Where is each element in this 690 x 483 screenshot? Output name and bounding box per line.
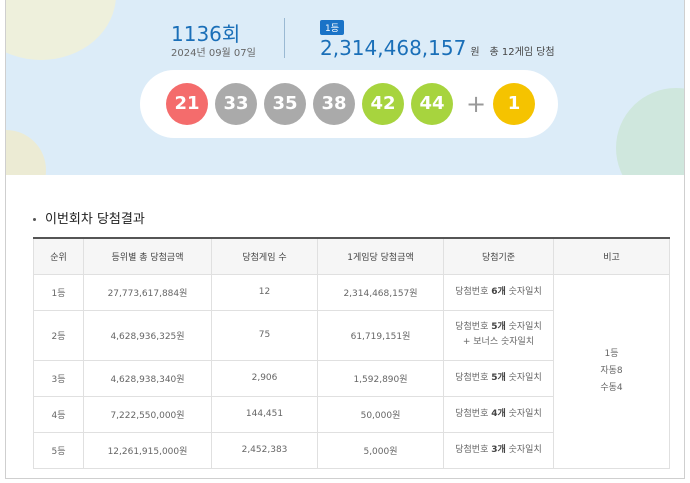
cell-games: 75 [211, 309, 318, 361]
draw-number: 1136회 [171, 18, 240, 47]
cell-total: 12,261,915,000원 [83, 431, 212, 469]
basis-count: 3개 [491, 444, 506, 455]
winning-ball: 21 [166, 83, 208, 125]
note-line: 1등 [604, 348, 619, 359]
basis-count: 4개 [491, 408, 506, 419]
winning-ball: 38 [313, 83, 355, 125]
cell-basis: 당첨번호 4개 숫자일치 [443, 395, 554, 433]
cell-total: 27,773,617,884원 [83, 273, 212, 311]
basis-suffix: 숫자일치 [505, 444, 542, 455]
first-prize-unit: 원 [470, 47, 480, 58]
divider [284, 18, 285, 58]
cell-games: 12 [211, 273, 318, 311]
cell-per-game: 61,719,151원 [317, 309, 444, 361]
note-line: 자동8 [600, 365, 623, 376]
draw-number-suffix: 회 [221, 22, 241, 46]
basis-bonus: + 보너스 숫자일치 [462, 337, 535, 347]
cell-games: 144,451 [211, 395, 318, 433]
table-row: 1등 27,773,617,884원 12 2,314,468,157원 당첨번… [33, 273, 670, 469]
basis-count: 5개 [491, 322, 506, 332]
cell-rank: 3등 [33, 359, 84, 397]
draw-summary: 1136회 2024년 09월 07일 1등 2,314,468,157 원 총 1… [6, 0, 684, 175]
first-prize-value: 2,314,468,157 [320, 36, 467, 60]
section-title: 이번회차 당첨결과 [33, 208, 145, 227]
col-basis: 당첨기준 [443, 237, 554, 275]
winning-ball: 44 [411, 83, 453, 125]
first-prize-badge: 1등 [320, 20, 345, 35]
results-table: 순위 등위별 총 당첨금액 당첨게임 수 1게임당 당첨금액 당첨기준 비고 1… [33, 237, 670, 469]
cell-games: 2,906 [211, 359, 318, 397]
note-line: 수동4 [600, 382, 623, 393]
basis-suffix: 숫자일치 [505, 322, 542, 332]
lotto-result-panel: 1136회 2024년 09월 07일 1등 2,314,468,157 원 총 1… [5, 0, 685, 479]
cell-rank: 4등 [33, 395, 84, 433]
decorative-circle [6, 0, 116, 60]
cell-total: 4,628,936,325원 [83, 309, 212, 361]
winning-numbers: 21 33 35 38 42 44 + 1 [140, 70, 558, 138]
cell-total: 4,628,938,340원 [83, 359, 212, 397]
cell-note: 1등자동8 수동4 [553, 273, 670, 469]
cell-basis: 당첨번호 6개 숫자일치 [443, 273, 554, 311]
col-rank: 순위 [33, 237, 84, 275]
basis-prefix: 당첨번호 [455, 372, 492, 383]
decorative-circle [6, 130, 46, 175]
draw-number-value: 1136 [171, 22, 222, 46]
cell-per-game: 1,592,890원 [317, 359, 444, 397]
cell-basis: 당첨번호 3개 숫자일치 [443, 431, 554, 469]
cell-games: 2,452,383 [211, 431, 318, 469]
col-note: 비고 [553, 237, 670, 275]
cell-per-game: 5,000원 [317, 431, 444, 469]
cell-total: 7,222,550,000원 [83, 395, 212, 433]
col-per-game: 1게임당 당첨금액 [317, 237, 444, 275]
cell-rank: 5등 [33, 431, 84, 469]
basis-suffix: 숫자일치 [505, 372, 542, 383]
col-games: 당첨게임 수 [211, 237, 318, 275]
winning-ball: 33 [215, 83, 257, 125]
winning-ball: 35 [264, 83, 306, 125]
first-prize-winners: 총 12게임 당첨 [489, 47, 555, 58]
bullet-icon [33, 218, 36, 221]
cell-per-game: 50,000원 [317, 395, 444, 433]
section-title-text: 이번회차 당첨결과 [45, 212, 145, 227]
cell-per-game: 2,314,468,157원 [317, 273, 444, 311]
first-prize-amount: 2,314,468,157 원 총 12게임 당첨 [320, 36, 555, 60]
basis-suffix: 숫자일치 [505, 286, 542, 297]
plus-sign: + [466, 90, 487, 118]
draw-date: 2024년 09월 07일 [171, 48, 256, 59]
cell-basis: 당첨번호 5개 숫자일치 + 보너스 숫자일치 [443, 309, 554, 361]
basis-prefix: 당첨번호 [455, 286, 492, 297]
cell-rank: 1등 [33, 273, 84, 311]
basis-prefix: 당첨번호 [455, 444, 492, 455]
winning-ball: 42 [362, 83, 404, 125]
col-total: 등위별 총 당첨금액 [83, 237, 212, 275]
table-header-row: 순위 등위별 총 당첨금액 당첨게임 수 1게임당 당첨금액 당첨기준 비고 [33, 237, 670, 275]
decorative-circle [616, 88, 684, 175]
basis-count: 6개 [491, 286, 506, 297]
basis-prefix: 당첨번호 [455, 322, 492, 332]
basis-count: 5개 [491, 372, 506, 383]
cell-rank: 2등 [33, 309, 84, 361]
bonus-ball: 1 [493, 83, 535, 125]
basis-prefix: 당첨번호 [455, 408, 492, 419]
cell-basis: 당첨번호 5개 숫자일치 [443, 359, 554, 397]
basis-suffix: 숫자일치 [505, 408, 542, 419]
